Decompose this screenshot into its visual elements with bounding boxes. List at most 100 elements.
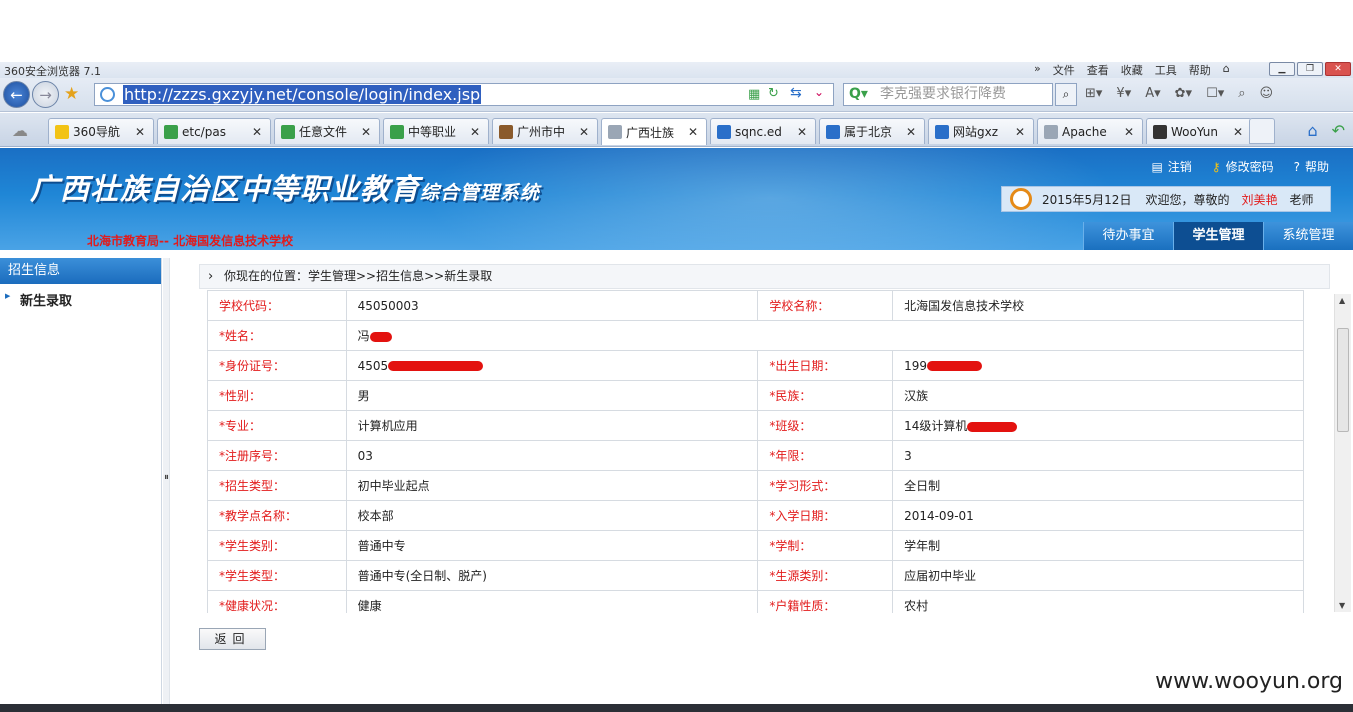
browser-menu-bar: » 文件 查看 收藏 工具 帮助 ⌂ bbox=[1034, 62, 1242, 78]
help-link[interactable]: ? 帮助 bbox=[1294, 158, 1329, 175]
back-return-button[interactable]: 返回 bbox=[199, 628, 266, 650]
splitter-grip-icon[interactable]: ⏸ bbox=[164, 472, 169, 483]
field-value-text: 男 bbox=[357, 389, 370, 403]
tab-favicon-icon bbox=[935, 124, 949, 139]
logout-icon: ▤ bbox=[1151, 160, 1163, 174]
top-nav-item[interactable]: 系统管理 bbox=[1263, 222, 1353, 250]
tab-favicon-icon bbox=[164, 124, 178, 139]
browser-tab[interactable]: etc/pas ✕ bbox=[157, 118, 271, 144]
close-tab-icon[interactable]: ✕ bbox=[135, 125, 145, 139]
browser-tab[interactable]: 广州市中 ✕ bbox=[492, 118, 598, 144]
close-window-button[interactable]: ✕ bbox=[1325, 62, 1351, 76]
field-label-text: *姓名： bbox=[219, 329, 262, 343]
field-label-text: *教学点名称： bbox=[219, 509, 298, 523]
field-label-text: *健康状况： bbox=[219, 599, 286, 613]
field-label: *入学日期： bbox=[757, 500, 894, 531]
page-icon bbox=[100, 87, 115, 102]
browser-tab[interactable]: 网站gxz ✕ bbox=[928, 118, 1034, 144]
field-label-text: *学生类别： bbox=[219, 539, 286, 553]
new-tab-button[interactable] bbox=[1249, 118, 1275, 144]
browser-tab[interactable]: 360导航 ✕ bbox=[48, 118, 154, 144]
pdf-icon[interactable]: A▾ bbox=[1145, 86, 1160, 101]
field-value-text: 冯 bbox=[357, 329, 370, 343]
game-icon[interactable]: ✿▾ bbox=[1175, 86, 1192, 101]
tab-label: etc/pas bbox=[182, 124, 226, 139]
field-label: *教学点名称： bbox=[207, 500, 347, 531]
user-avatar-icon[interactable]: ☺ bbox=[1260, 86, 1274, 101]
table-row: *性别： 男 *民族： 汉族 bbox=[207, 380, 1304, 411]
close-tab-icon[interactable]: ✕ bbox=[688, 125, 698, 139]
minimize-button[interactable]: ▁ bbox=[1269, 62, 1295, 76]
vertical-scrollbar[interactable]: ▲ ▼ bbox=[1334, 294, 1351, 612]
sidebar-splitter[interactable]: ⏸ bbox=[163, 258, 170, 704]
field-value: 农村 bbox=[892, 590, 1304, 613]
tab-favicon-icon bbox=[717, 124, 731, 139]
field-value: 北海国发信息技术学校 bbox=[892, 290, 1304, 321]
field-value-text: 199 bbox=[904, 358, 927, 373]
search-button[interactable]: ⌕ bbox=[1055, 83, 1077, 106]
browser-tab[interactable]: Apache ✕ bbox=[1037, 118, 1143, 144]
skin-icon[interactable]: ⌂ bbox=[1223, 62, 1230, 78]
system-title: 广西壮族自治区中等职业教育综合管理系统 bbox=[30, 166, 540, 208]
menu-help[interactable]: 帮助 bbox=[1189, 62, 1211, 78]
close-tab-icon[interactable]: ✕ bbox=[1015, 125, 1025, 139]
favorite-star-icon[interactable]: ★ bbox=[64, 84, 79, 104]
logout-link[interactable]: ▤ 注销 bbox=[1151, 158, 1191, 175]
money-icon[interactable]: ¥▾ bbox=[1116, 86, 1131, 101]
field-label-text: *性别： bbox=[219, 389, 262, 403]
top-nav-item[interactable]: 待办事宜 bbox=[1083, 222, 1173, 250]
tab-bar: ☁ 360导航 ✕ etc/pas ✕ 任意文件 ✕ 中等职业 ✕ 广州市中 ✕ 广西壮族 ✕ sqnc… bbox=[0, 113, 1353, 147]
menu-view[interactable]: 查看 bbox=[1087, 62, 1109, 78]
breadcrumb-text: 你现在的位置：学生管理>>招生信息>>新生录取 bbox=[224, 269, 493, 283]
current-date: 2015年5月12日 bbox=[1042, 192, 1132, 207]
close-tab-icon[interactable]: ✕ bbox=[361, 125, 371, 139]
cloud-icon[interactable]: ☁ bbox=[12, 121, 28, 140]
maximize-button[interactable]: ❐ bbox=[1297, 62, 1323, 76]
menu-tools[interactable]: 工具 bbox=[1155, 62, 1177, 78]
search-input[interactable]: Q▾ 李克强要求银行降费 bbox=[843, 83, 1053, 106]
search-engine-icon[interactable]: Q▾ bbox=[849, 84, 868, 105]
dropdown-chevron-icon[interactable]: ⌄ bbox=[814, 85, 824, 99]
close-tab-icon[interactable]: ✕ bbox=[906, 125, 916, 139]
close-tab-icon[interactable]: ✕ bbox=[1233, 125, 1243, 139]
close-tab-icon[interactable]: ✕ bbox=[579, 125, 589, 139]
close-tab-icon[interactable]: ✕ bbox=[1124, 125, 1134, 139]
browser-tab[interactable]: 中等职业 ✕ bbox=[383, 118, 489, 144]
browser-tab[interactable]: WooYun ✕ bbox=[1146, 118, 1252, 144]
home-icon[interactable]: ⌂ bbox=[1307, 121, 1317, 140]
zoom-icon[interactable]: ⌕ bbox=[1238, 86, 1245, 101]
double-chevron-icon[interactable]: » bbox=[1034, 62, 1041, 78]
table-row: *注册序号： 03 *年限： 3 bbox=[207, 440, 1304, 471]
back-button[interactable]: ← bbox=[3, 81, 30, 108]
menu-favorites[interactable]: 收藏 bbox=[1121, 62, 1143, 78]
browser-tab[interactable]: 属于北京 ✕ bbox=[819, 118, 925, 144]
sidebar-item-new-student-admission[interactable]: 新生录取 bbox=[0, 284, 161, 309]
scrollbar-thumb[interactable] bbox=[1337, 328, 1349, 432]
top-nav-item[interactable]: 学生管理 bbox=[1173, 222, 1263, 250]
scroll-up-icon[interactable]: ▲ bbox=[1339, 296, 1345, 305]
sidebar-section-header[interactable]: 招生信息 bbox=[0, 258, 161, 284]
undo-close-icon[interactable]: ↶ bbox=[1332, 121, 1345, 140]
field-label-text: *班级： bbox=[769, 419, 812, 433]
apps-grid-icon[interactable]: ⊞▾ bbox=[1085, 86, 1102, 101]
browser-tab[interactable]: 广西壮族 ✕ bbox=[601, 118, 707, 145]
change-password-link[interactable]: ⚷ 修改密码 bbox=[1212, 158, 1274, 175]
chat-icon[interactable]: ☐▾ bbox=[1206, 86, 1224, 101]
field-label: *年限： bbox=[757, 440, 894, 471]
browser-tab[interactable]: 任意文件 ✕ bbox=[274, 118, 380, 144]
close-tab-icon[interactable]: ✕ bbox=[252, 125, 262, 139]
menu-file[interactable]: 文件 bbox=[1053, 62, 1075, 78]
field-value-text: 全日制 bbox=[904, 479, 941, 493]
browser-tab[interactable]: sqnc.ed ✕ bbox=[710, 118, 816, 144]
compat-mode-icon[interactable]: ⇆ bbox=[790, 85, 802, 101]
tab-label: 360导航 bbox=[73, 125, 120, 139]
close-tab-icon[interactable]: ✕ bbox=[470, 125, 480, 139]
qr-icon[interactable]: ▦ bbox=[748, 87, 760, 102]
table-row: *学生类型： 普通中专(全日制、脱产) *生源类别： 应届初中毕业 bbox=[207, 560, 1304, 591]
close-tab-icon[interactable]: ✕ bbox=[797, 125, 807, 139]
forward-button[interactable]: → bbox=[32, 81, 59, 108]
url-input[interactable]: http://zzzs.gxzyjy.net/console/login/ind… bbox=[94, 83, 834, 106]
refresh-icon[interactable]: ↻ bbox=[768, 86, 779, 101]
tab-label: 广西壮族 bbox=[626, 125, 675, 140]
scroll-down-icon[interactable]: ▼ bbox=[1339, 601, 1345, 610]
